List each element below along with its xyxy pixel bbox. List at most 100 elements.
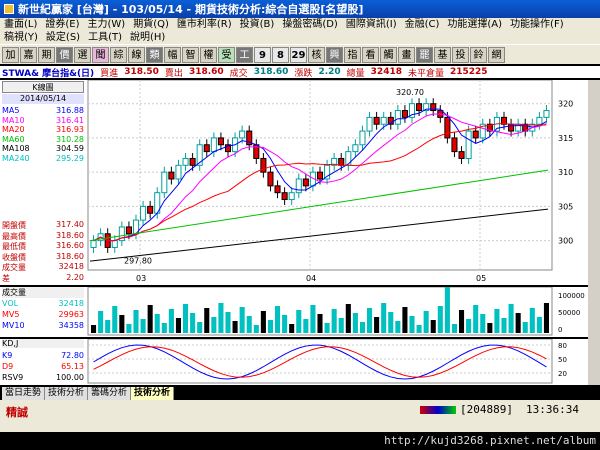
toolbar-button-14[interactable]: 9 <box>254 46 271 63</box>
volume-bar <box>98 311 104 333</box>
legend-value: 317.40 <box>56 220 84 229</box>
chg-value: 2.20 <box>318 67 341 77</box>
toolbar-button-22[interactable]: 畫 <box>398 46 415 63</box>
toolbar-button-19[interactable]: 指 <box>344 46 361 63</box>
candle-body <box>352 144 359 153</box>
toolbar-button-15[interactable]: 8 <box>272 46 289 63</box>
candle-body <box>274 185 281 194</box>
tab-1[interactable]: 技術分析 <box>45 387 89 400</box>
toolbar-button-3[interactable]: 價 <box>56 46 73 63</box>
volume-panel[interactable]: 100000 50000 0 成交量 VOL 32418 MV5 29963 MV10 343… <box>0 285 588 337</box>
legend-value: 100.00 <box>56 373 84 382</box>
toolbar-button-9[interactable]: 幅 <box>164 46 181 63</box>
menu-item-11[interactable]: 稿視(Y) <box>0 31 42 44</box>
kd-panel[interactable]: 80 50 20 KD,J K9 72.80 D9 65.13 RSV9 100.00 <box>0 338 588 385</box>
volume-bar <box>154 314 160 333</box>
candle-body <box>394 110 401 125</box>
toolbar-button-26[interactable]: 鈴 <box>470 46 487 63</box>
volume-bar <box>197 322 203 333</box>
menu-item-1[interactable]: 證券(E) <box>41 18 83 31</box>
candle-body <box>416 103 423 112</box>
volume-bar <box>239 307 245 333</box>
volume-bar <box>91 325 97 333</box>
legend-row: 差 2.20 <box>2 273 84 284</box>
legend-value: 316.93 <box>56 125 84 134</box>
volume-bar <box>225 312 231 333</box>
toolbar-button-20[interactable]: 看 <box>362 46 379 63</box>
menu-item-8[interactable]: 金融(C) <box>401 18 444 31</box>
x-tick-label: 04 <box>306 274 316 283</box>
chart-type-label[interactable]: K線圖 <box>2 81 84 93</box>
candle-body <box>239 130 246 139</box>
toolbar-button-16[interactable]: 29 <box>290 46 307 63</box>
legend-value: 316.60 <box>56 241 84 250</box>
legend-row: D9 65.13 <box>2 362 84 371</box>
tab-3[interactable]: 技術分析 <box>131 387 175 400</box>
toolbar-button-6[interactable]: 綜 <box>110 46 127 63</box>
legend-name: MA240 <box>2 153 30 163</box>
toolbar-button-25[interactable]: 投 <box>452 46 469 63</box>
toolbar-button-12[interactable]: 受 <box>218 46 235 63</box>
x-tick-label: 05 <box>476 274 486 283</box>
menu-item-3[interactable]: 期貨(Q) <box>129 18 173 31</box>
candle-body <box>543 110 550 118</box>
toolbar-button-13[interactable]: 工 <box>236 46 253 63</box>
legend-value: 32418 <box>58 262 84 271</box>
symbol[interactable]: STWA& 摩台指&(日) <box>2 66 94 79</box>
title-bar: 新世紀贏家 [台灣] - 103/05/14 - 期貨技術分析:綜合自選股[名望… <box>0 0 600 18</box>
y-tick-label: 20 <box>558 370 567 378</box>
menu-item-5[interactable]: 投資(B) <box>236 18 279 31</box>
volume-bar <box>508 304 514 333</box>
price-chart[interactable]: 320 315 310 305 300 03 04 05 320.70 297.80 <box>0 79 588 285</box>
candle-body <box>295 178 302 194</box>
vertical-scrollbar[interactable] <box>588 80 600 385</box>
toolbar-button-27[interactable]: 網 <box>488 46 505 63</box>
toolbar-button-0[interactable]: 加 <box>2 46 19 63</box>
menu-item-14[interactable]: 說明(H) <box>126 31 169 44</box>
toolbar-button-23[interactable]: 罷 <box>416 46 433 63</box>
toolbar-button-24[interactable]: 基 <box>434 46 451 63</box>
toolbar-button-7[interactable]: 線 <box>128 46 145 63</box>
candle-body <box>140 205 147 221</box>
y-tick-label: 0 <box>558 326 562 334</box>
volume-bar <box>345 304 351 333</box>
toolbar-button-11[interactable]: 權 <box>200 46 217 63</box>
volume-bar <box>282 315 288 333</box>
menu-item-12[interactable]: 設定(S) <box>42 31 84 44</box>
volume-bar <box>260 311 266 333</box>
menu-item-2[interactable]: 主力(W) <box>84 18 130 31</box>
ask-label: 賣出 <box>164 68 183 79</box>
legend-value: 310.28 <box>56 134 84 144</box>
tab-0[interactable]: 當日走勢 <box>2 387 46 400</box>
legend-row: MA108 304.59 <box>2 144 84 153</box>
bid-label: 買進 <box>100 68 119 79</box>
menu-item-0[interactable]: 畫面(L) <box>0 18 41 31</box>
price-panel[interactable]: 320 315 310 305 300 03 04 05 320.70 297.80 K線圖 20… <box>0 79 588 285</box>
toolbar-button-10[interactable]: 智 <box>182 46 199 63</box>
toolbar-button-1[interactable]: 嘉 <box>20 46 37 63</box>
y-tick-label: 300 <box>558 237 573 246</box>
high-label: 320.70 <box>396 88 424 97</box>
toolbar-button-5[interactable]: 聞 <box>92 46 109 63</box>
menu-item-4[interactable]: 匯市利率(R) <box>173 18 236 31</box>
toolbar-button-2[interactable]: 期 <box>38 46 55 63</box>
toolbar-button-8[interactable]: 類 <box>146 46 163 63</box>
legend-name: VOL <box>2 299 19 308</box>
legend-row: 最低價 316.60 <box>2 241 84 252</box>
volume-chart[interactable]: 100000 50000 0 <box>0 285 588 337</box>
legend-name: MA20 <box>2 125 25 134</box>
menu-item-9[interactable]: 功能選擇(A) <box>443 18 506 31</box>
menu-item-7[interactable]: 國際資訊(I) <box>342 18 401 31</box>
menu-item-6[interactable]: 操盤密碼(D) <box>278 18 342 31</box>
menu-item-10[interactable]: 功能操作(F) <box>506 18 568 31</box>
kd-chart[interactable]: 80 50 20 <box>0 338 588 385</box>
menu-item-13[interactable]: 工具(T) <box>84 31 126 44</box>
chg-label: 漲跌 <box>294 68 313 79</box>
toolbar-button-21[interactable]: 觸 <box>380 46 397 63</box>
tab-2[interactable]: 籌碼分析 <box>88 387 132 400</box>
volume-bar <box>218 303 224 333</box>
toolbar-button-4[interactable]: 選 <box>74 46 91 63</box>
toolbar-button-18[interactable]: 興 <box>326 46 343 63</box>
toolbar-button-17[interactable]: 核 <box>308 46 325 63</box>
status-code: [204889] <box>460 403 513 416</box>
